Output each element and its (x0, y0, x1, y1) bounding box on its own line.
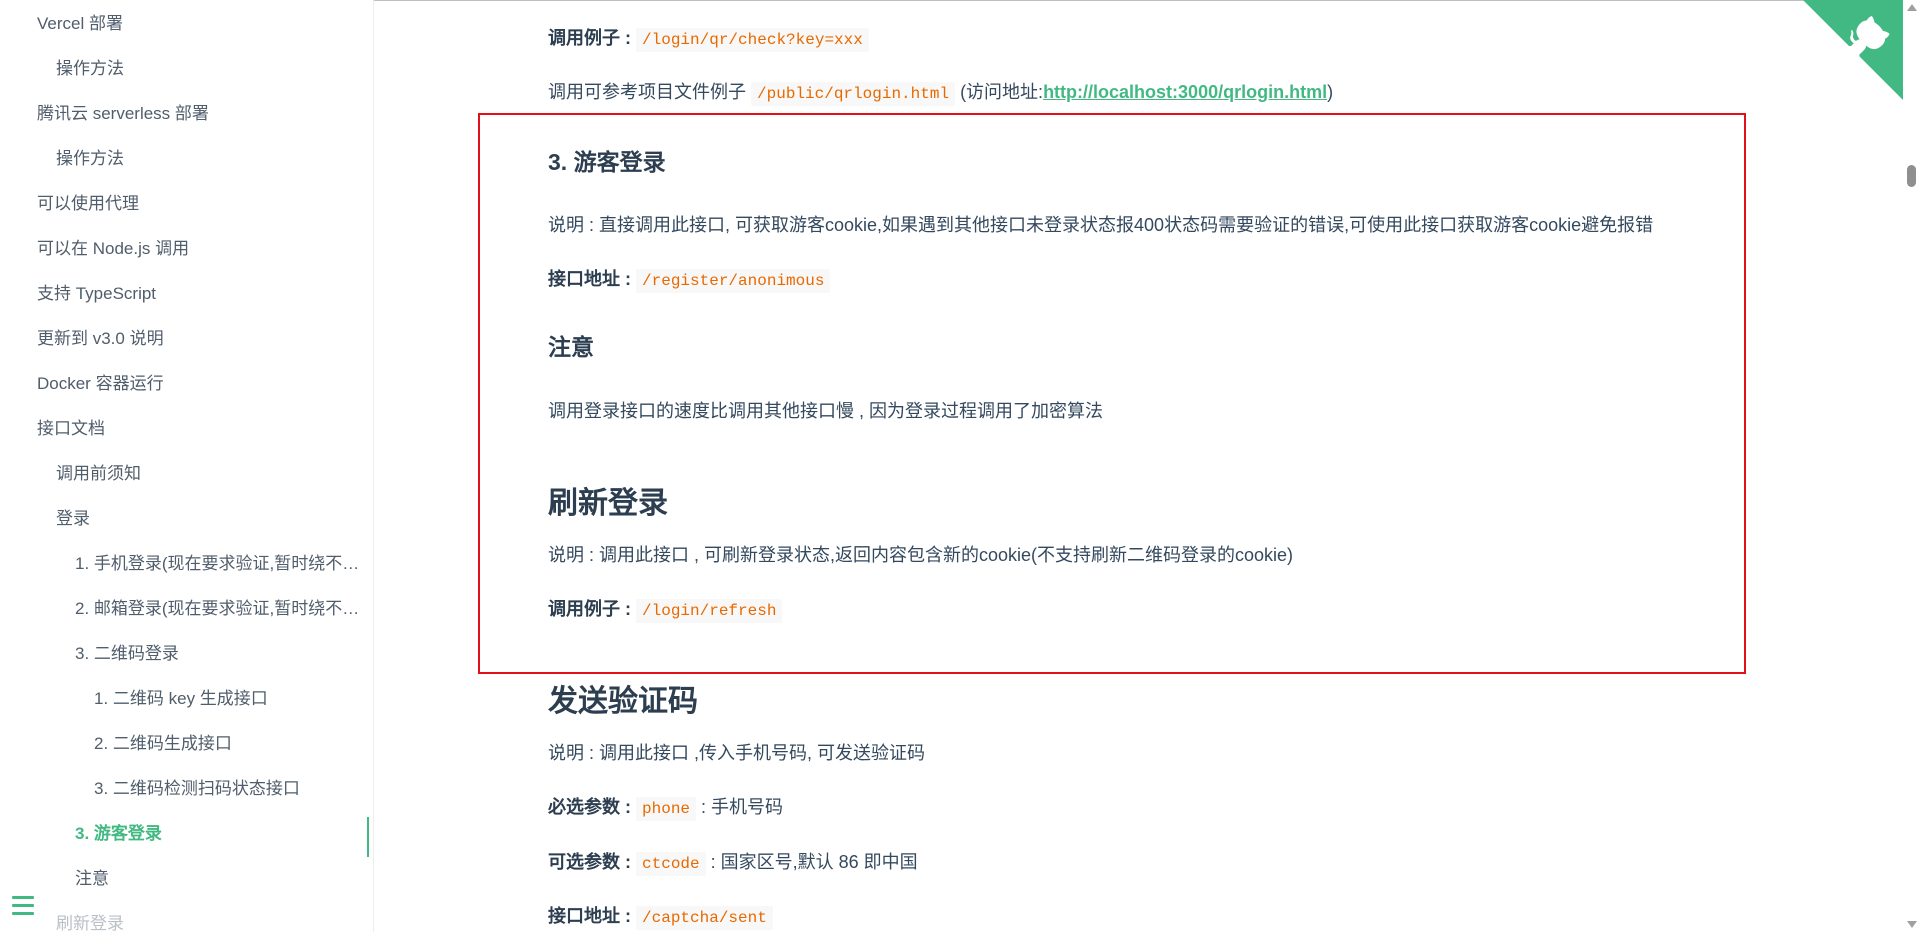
guest-login-heading[interactable]: 3. 游客登录 (548, 143, 666, 177)
main-content: 调用例子 : /login/qr/check?key=xxx 调用可参考项目文件… (548, 0, 1748, 932)
menu-icon[interactable] (12, 896, 34, 916)
qr-check-code: /login/qr/check?key=xxx (636, 28, 869, 52)
sidebar-active-indicator (367, 817, 369, 857)
refresh-login-heading[interactable]: 刷新登录 (548, 478, 668, 522)
page-scrollbar[interactable] (1903, 0, 1920, 932)
guest-login-api: 接口地址 : /register/anonimous (548, 265, 831, 293)
qrlogin-link[interactable]: http://localhost:3000/qrlogin.html (1043, 82, 1327, 102)
sidebar-item-vercel-howto[interactable]: 操作方法 (0, 49, 373, 89)
sidebar-item-login[interactable]: 登录 (0, 499, 373, 539)
sidebar-item-tencent-howto[interactable]: 操作方法 (0, 139, 373, 179)
sidebar-item-api-docs[interactable]: 接口文档 (0, 409, 373, 449)
sidebar: Vercel 部署 操作方法 腾讯云 serverless 部署 操作方法 可以… (0, 0, 374, 932)
sidebar-item-phone-login[interactable]: 1. 手机登录(现在要求验证,暂时绕不过去) (0, 544, 373, 584)
sidebar-item-note[interactable]: 注意 (0, 859, 373, 899)
guest-api-code: /register/anonimous (636, 269, 831, 293)
sidebar-item-qr-check[interactable]: 3. 二维码检测扫码状态接口 (0, 769, 373, 809)
refresh-login-description: 说明 : 调用此接口 , 可刷新登录状态,返回内容包含新的cookie(不支持刷… (548, 545, 1294, 565)
sidebar-item-docker[interactable]: Docker 容器运行 (0, 364, 373, 404)
required-params: 必选参数 : phone : 手机号码 (548, 793, 783, 821)
send-captcha-heading[interactable]: 发送验证码 (548, 676, 698, 720)
note-text: 调用登录接口的速度比调用其他接口慢 , 因为登录过程调用了加密算法 (548, 401, 1103, 421)
guest-login-description: 说明 : 直接调用此接口, 可获取游客cookie,如果遇到其他接口未登录状态报… (548, 215, 1654, 235)
scroll-down-arrow-icon[interactable] (1907, 921, 1917, 928)
qr-reference-line: 调用可参考项目文件例子 /public/qrlogin.html (访问地址:h… (548, 78, 1333, 106)
sidebar-item-proxy[interactable]: 可以使用代理 (0, 184, 373, 224)
refresh-login-example: 调用例子 : /login/refresh (548, 595, 783, 623)
sidebar-item-qr-create[interactable]: 2. 二维码生成接口 (0, 724, 373, 764)
sidebar-item-email-login[interactable]: 2. 邮箱登录(现在要求验证,暂时绕不过去) (0, 589, 373, 629)
ref-code: /public/qrlogin.html (751, 82, 956, 106)
sidebar-item-v3-update[interactable]: 更新到 v3.0 说明 (0, 319, 373, 359)
phone-param-code: phone (636, 797, 697, 821)
sidebar-item-qr-key[interactable]: 1. 二维码 key 生成接口 (0, 679, 373, 719)
scroll-up-arrow-icon[interactable] (1907, 4, 1917, 11)
sidebar-item-typescript[interactable]: 支持 TypeScript (0, 274, 373, 314)
note-heading[interactable]: 注意 (548, 328, 594, 362)
optional-params: 可选参数 : ctcode : 国家区号,默认 86 即中国 (548, 848, 918, 876)
qr-check-example: 调用例子 : /login/qr/check?key=xxx (548, 24, 869, 52)
send-captcha-description: 说明 : 调用此接口 ,传入手机号码, 可发送验证码 (548, 743, 926, 763)
ctcode-param-code: ctcode (636, 852, 706, 876)
captcha-api-code: /captcha/sent (636, 906, 773, 930)
sidebar-item-tencent-serverless[interactable]: 腾讯云 serverless 部署 (0, 94, 373, 134)
sidebar-item-nodejs[interactable]: 可以在 Node.js 调用 (0, 229, 373, 269)
sidebar-item-vercel[interactable]: Vercel 部署 (0, 4, 373, 44)
sidebar-item-before-calling[interactable]: 调用前须知 (0, 454, 373, 494)
sidebar-item-qr-login[interactable]: 3. 二维码登录 (0, 634, 373, 674)
github-octocat-icon[interactable] (1803, 0, 1903, 100)
sidebar-item-guest-login[interactable]: 3. 游客登录 (0, 814, 373, 854)
refresh-code: /login/refresh (636, 599, 783, 623)
scrollbar-thumb[interactable] (1907, 165, 1916, 187)
sidebar-item-refresh-login[interactable]: 刷新登录 (0, 904, 373, 932)
captcha-api: 接口地址 : /captcha/sent (548, 902, 773, 930)
